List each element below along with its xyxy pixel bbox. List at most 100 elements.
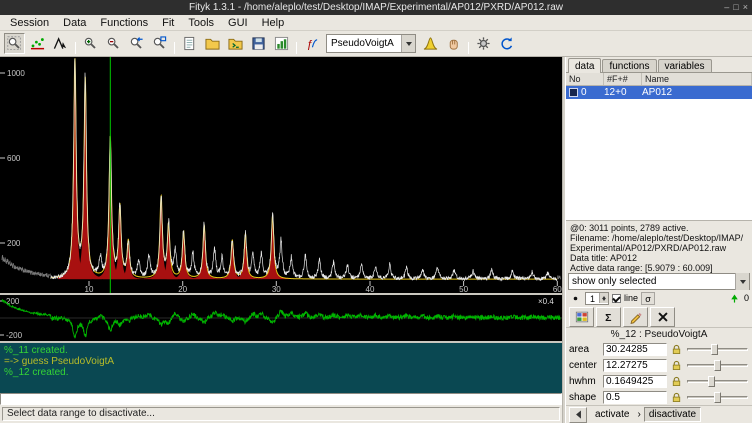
shift-up-icon[interactable] (728, 292, 741, 305)
function-icon: ƒ (304, 36, 319, 51)
param-slider-center[interactable] (686, 358, 749, 372)
statistics-button[interactable]: Σ (596, 307, 621, 327)
console-line: %_12 created. (4, 367, 558, 378)
run-fit-button[interactable] (473, 33, 494, 54)
svg-text:200: 200 (7, 239, 21, 248)
slider-thumb[interactable] (714, 360, 721, 371)
sidebar-tabs: datafunctionsvariables (566, 57, 752, 73)
param-input-area[interactable] (603, 343, 667, 356)
left-arrow-icon (572, 408, 585, 421)
export-image-button[interactable] (271, 33, 292, 54)
execute-script-button[interactable] (225, 33, 246, 54)
point-size-icon (569, 292, 582, 305)
lock-button-hwhm[interactable] (669, 374, 684, 389)
open-session-button[interactable] (202, 33, 223, 54)
tab-data[interactable]: data (568, 58, 601, 73)
main-plot-canvas[interactable]: 2006001000102030405060 (0, 57, 562, 293)
command-line[interactable] (0, 393, 562, 405)
param-slider-shape[interactable] (686, 390, 749, 404)
close-button[interactable]: × (743, 0, 748, 15)
undo-fit-button[interactable] (496, 33, 517, 54)
delete-function-button[interactable] (650, 307, 675, 327)
lock-button-center[interactable] (669, 358, 684, 373)
filter-select[interactable]: show only selected (568, 273, 750, 290)
maximize-button[interactable]: □ (733, 0, 738, 15)
slider-thumb[interactable] (708, 376, 715, 387)
menu-gui[interactable]: GUI (221, 16, 255, 30)
gear-icon (476, 36, 491, 51)
peak-cursor-icon (53, 36, 68, 51)
minimize-button[interactable]: – (724, 0, 729, 15)
param-slider-area[interactable] (686, 342, 749, 356)
point-size-spinner[interactable]: 1 (585, 292, 609, 305)
zoom-out-button[interactable] (103, 33, 124, 54)
edit-data-button[interactable] (623, 307, 648, 327)
sigma-icon: Σ (602, 310, 616, 324)
slider-thumb[interactable] (714, 392, 721, 403)
lock-button-area[interactable] (669, 342, 684, 357)
table-row[interactable]: 012+0AP012 (566, 86, 752, 99)
param-row-area: area (566, 341, 752, 357)
manual-add-peak-button[interactable] (443, 33, 464, 54)
activate-toggle[interactable]: activate (590, 407, 634, 422)
menu-tools[interactable]: Tools (181, 16, 221, 30)
sidebar: datafunctionsvariables No#F+#Name 012+0A… (566, 57, 752, 423)
define-function-button[interactable]: ƒ (301, 33, 322, 54)
lock-button-shape[interactable] (669, 390, 684, 405)
line-checkbox-label: line (624, 293, 638, 303)
toolbar-separator (468, 42, 469, 54)
peak-type-select[interactable]: PseudoVoigtA (326, 34, 416, 53)
menu-session[interactable]: Session (3, 16, 56, 30)
main-plot[interactable]: 2006001000102030405060 (0, 57, 562, 293)
range-mode-button[interactable] (569, 407, 587, 423)
shift-value: 0 (744, 293, 749, 303)
titlebar[interactable]: Fityk 1.3.1 - /home/aleplo/test/Desktop/… (0, 0, 752, 15)
menu-data[interactable]: Data (56, 16, 93, 30)
add-peak-mode-button[interactable] (50, 33, 71, 54)
param-input-shape[interactable] (603, 391, 667, 404)
combo-dropdown-arrow[interactable] (401, 35, 415, 52)
save-session-button[interactable] (248, 33, 269, 54)
param-slider-hwhm[interactable] (686, 374, 749, 388)
zoom-in-button[interactable] (80, 33, 101, 54)
menu-help[interactable]: Help (255, 16, 292, 30)
auxiliary-plot-canvas[interactable]: 200-200×0.4 (0, 295, 562, 341)
data-list[interactable]: 012+0AP012 (566, 86, 752, 221)
slider-thumb[interactable] (711, 344, 718, 355)
param-row-hwhm: hwhm (566, 373, 752, 389)
zoom-mode-button[interactable] (4, 33, 25, 54)
auto-add-peak-button[interactable] (420, 33, 441, 54)
menu-fit[interactable]: Fit (155, 16, 181, 30)
dataset-checkbox[interactable] (569, 88, 578, 97)
menubar: SessionDataFunctionsFitToolsGUIHelp (0, 15, 752, 31)
tab-functions[interactable]: functions (602, 59, 656, 72)
menu-functions[interactable]: Functions (93, 16, 155, 30)
command-input[interactable] (1, 396, 561, 406)
svg-text:60: 60 (553, 285, 562, 293)
console-line: =-> guess PseudoVoigtA (4, 356, 558, 367)
param-input-center[interactable] (603, 359, 667, 372)
tab-variables[interactable]: variables (658, 59, 712, 72)
peak-yellow-icon (423, 36, 438, 51)
sigma-toggle[interactable]: σ (641, 292, 655, 305)
open-data-file-button[interactable] (179, 33, 200, 54)
column-header-f: #F+# (604, 73, 642, 85)
zoom-all-button[interactable] (149, 33, 170, 54)
data-range-mode-button[interactable] (27, 33, 48, 54)
data-table-button[interactable] (569, 307, 594, 327)
disactivate-toggle[interactable]: disactivate (644, 407, 701, 422)
dataset-info: @0: 3011 points, 2789 active.Filename: /… (566, 221, 752, 273)
auxiliary-plot[interactable]: 200-200×0.4 (0, 295, 562, 341)
output-console[interactable]: %_11 created.=-> guess PseudoVoigtA%_12 … (0, 343, 562, 393)
cell-no: 0 (581, 87, 604, 98)
spin-down-button[interactable] (599, 298, 608, 303)
magnifier-dash-icon (7, 36, 22, 51)
filter-dropdown-arrow[interactable] (735, 273, 749, 290)
line-checkbox[interactable] (612, 294, 621, 303)
param-input-hwhm[interactable] (603, 375, 667, 388)
closex-icon (656, 310, 670, 324)
zoom-previous-button[interactable] (126, 33, 147, 54)
info-line: Data title: AP012 (570, 253, 748, 263)
status-text: Select data range to disactivate... (2, 407, 560, 421)
data-view-controls: 1 line σ 0 (566, 290, 752, 306)
